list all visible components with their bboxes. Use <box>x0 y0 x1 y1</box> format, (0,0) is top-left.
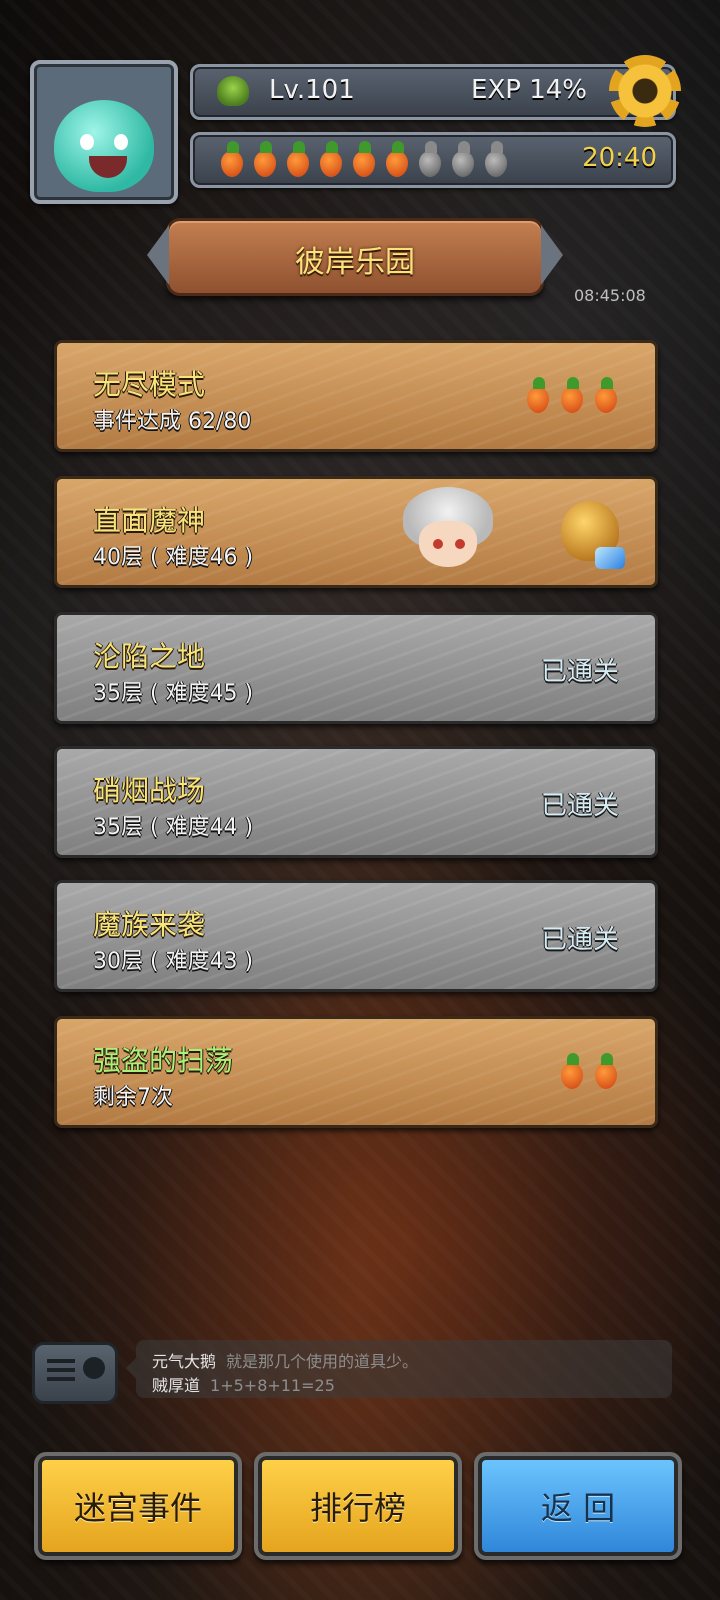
chat-text: 1+5+8+11=25 <box>210 1376 335 1395</box>
cleared-status: 已通关 <box>540 925 619 955</box>
mode-card-endless[interactable]: 无尽模式 事件达成 62/80 <box>54 340 658 452</box>
carrot-icon <box>380 141 412 179</box>
mode-card-fallen-land[interactable]: 沦陷之地 35层 ( 难度45 ) 已通关 <box>54 612 658 724</box>
mode-title: 硝烟战场 <box>93 774 206 807</box>
gear-icon[interactable] <box>609 55 681 127</box>
carrot-cost <box>521 377 621 415</box>
chat-box[interactable]: 元气大鹅 就是那几个使用的道具少。 贼厚道 1+5+8+11=25 <box>126 1340 672 1398</box>
cleared-status: 已通关 <box>540 657 619 687</box>
tree-icon <box>217 76 249 106</box>
avatar-eye-right <box>114 134 128 150</box>
treasure-bag-icon <box>551 493 629 573</box>
mode-subtitle: 35层 ( 难度44 ) <box>93 815 254 840</box>
mode-title: 魔族来袭 <box>93 908 206 941</box>
mode-title: 沦陷之地 <box>93 640 206 673</box>
carrot-icon <box>215 141 247 179</box>
mode-subtitle: 30层 ( 难度43 ) <box>93 949 254 974</box>
area-title: 彼岸乐园 <box>295 245 415 280</box>
mode-subtitle: 40层 ( 难度46 ) <box>93 545 254 570</box>
chat-message: 元气大鹅 就是那几个使用的道具少。 <box>152 1348 418 1372</box>
carrot-icon <box>281 141 313 179</box>
level-bar: Lv.101 EXP 14% <box>190 55 681 127</box>
chat-sender: 元气大鹅 <box>152 1352 217 1371</box>
level-label: Lv.101 <box>269 75 355 105</box>
carrot-icon <box>589 377 621 415</box>
radio-icon[interactable] <box>32 1342 118 1404</box>
empty-carrot-icon <box>446 141 478 179</box>
carrot-icon <box>589 1053 621 1091</box>
carrot-icon <box>248 141 280 179</box>
mode-title: 直面魔神 <box>93 504 206 537</box>
cleared-status: 已通关 <box>540 791 619 821</box>
map-time-label: 08:45:08 <box>574 286 646 305</box>
mode-subtitle: 事件达成 62/80 <box>93 409 252 434</box>
demon-boss-portrait <box>393 487 503 579</box>
back-button[interactable]: 返 回 <box>474 1452 682 1560</box>
mode-subtitle: 剩余7次 <box>93 1085 173 1110</box>
chat-sender: 贼厚道 <box>152 1376 201 1395</box>
empty-carrot-icon <box>413 141 445 179</box>
stamina-carrots <box>215 141 511 179</box>
mode-title: 无尽模式 <box>93 368 206 401</box>
mode-title: 强盗的扫荡 <box>93 1044 234 1077</box>
mode-card-demon[interactable]: 直面魔神 40层 ( 难度46 ) <box>54 476 658 588</box>
mode-card-demon-raid[interactable]: 魔族来袭 30层 ( 难度43 ) 已通关 <box>54 880 658 992</box>
mode-card-bandit-sweep[interactable]: 强盗的扫荡 剩余7次 <box>54 1016 658 1128</box>
carrot-cost <box>555 1053 621 1091</box>
avatar-eye-left <box>80 134 94 150</box>
chat-text: 就是那几个使用的道具少。 <box>226 1352 419 1371</box>
carrot-icon <box>555 1053 587 1091</box>
stamina-timer: 20:40 <box>582 143 657 173</box>
carrot-icon <box>314 141 346 179</box>
exp-label: EXP 14% <box>471 75 587 105</box>
avatar-character <box>54 100 154 192</box>
empty-carrot-icon <box>479 141 511 179</box>
leaderboard-button[interactable]: 排行榜 <box>254 1452 462 1560</box>
stamina-bar: 20:40 <box>190 132 676 188</box>
maze-events-button[interactable]: 迷宫事件 <box>34 1452 242 1560</box>
carrot-icon <box>347 141 379 179</box>
carrot-icon <box>555 377 587 415</box>
carrot-icon <box>521 377 553 415</box>
chat-message: 贼厚道 1+5+8+11=25 <box>152 1372 335 1396</box>
area-title-sign: 彼岸乐园 <box>147 218 563 296</box>
mode-card-battlefield[interactable]: 硝烟战场 35层 ( 难度44 ) 已通关 <box>54 746 658 858</box>
player-avatar[interactable] <box>30 60 178 204</box>
mode-subtitle: 35层 ( 难度45 ) <box>93 681 254 706</box>
